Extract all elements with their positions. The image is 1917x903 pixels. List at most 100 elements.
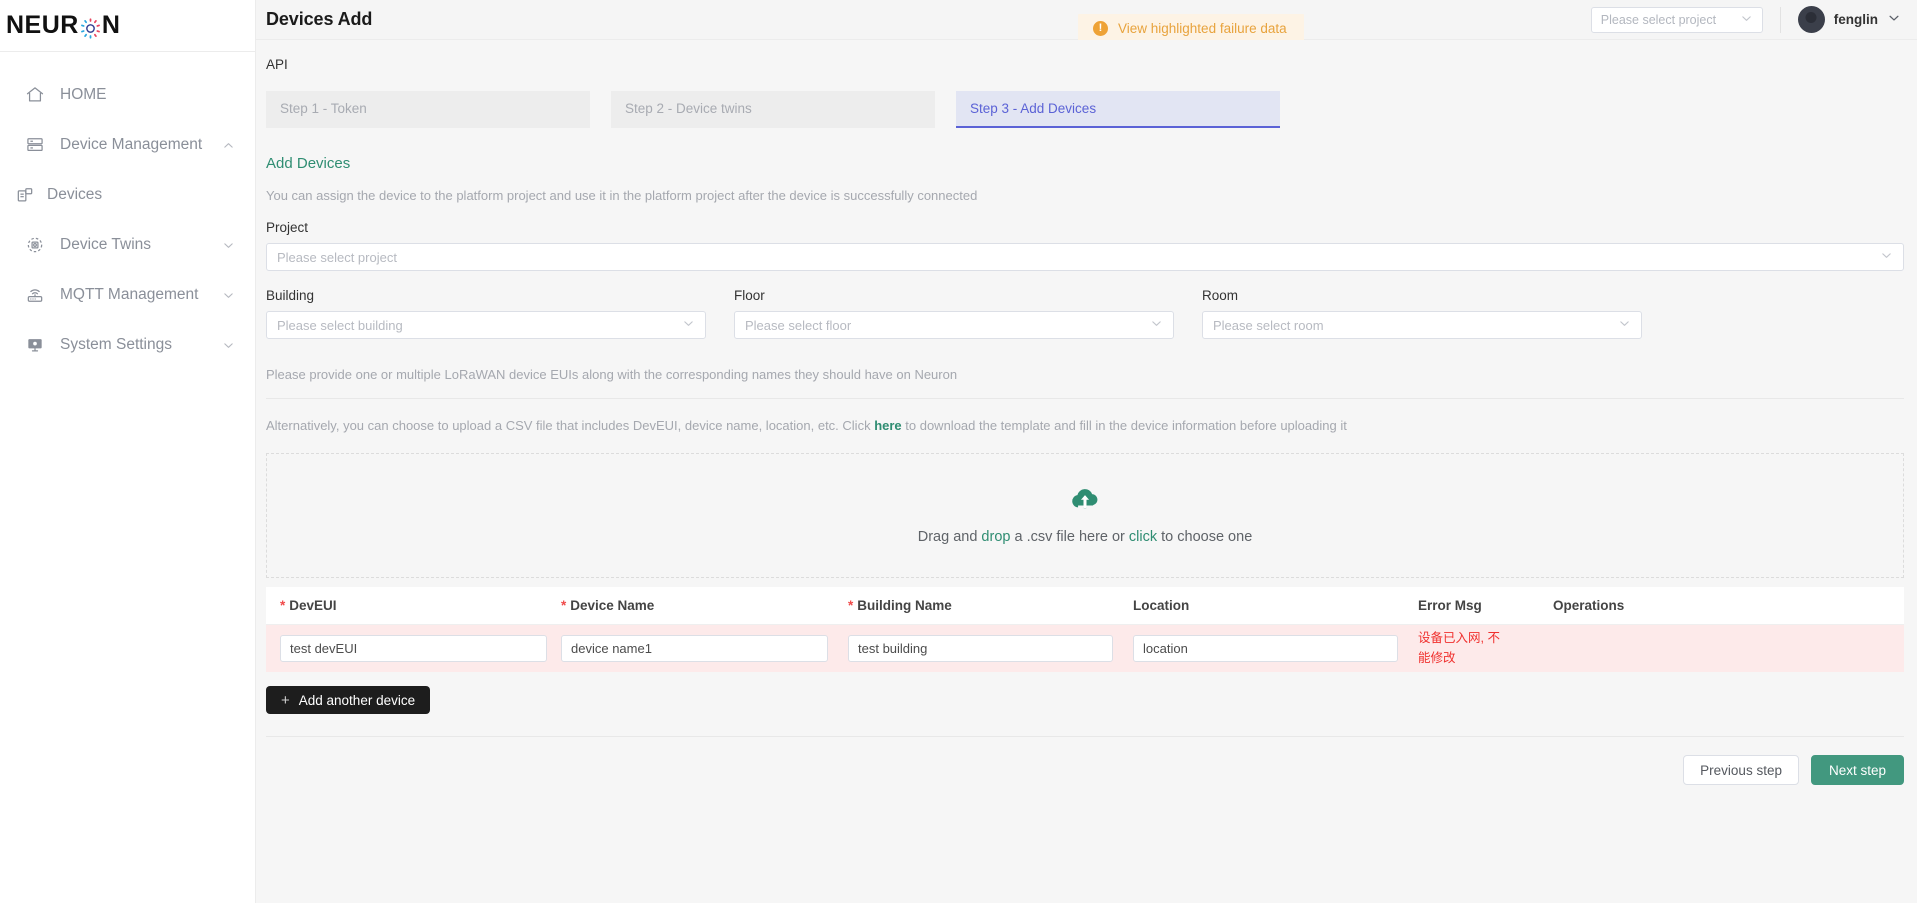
- column-header-label: Device Name: [570, 598, 655, 613]
- avatar: [1797, 6, 1825, 33]
- csv-hint-pre: Alternatively, you can choose to upload …: [266, 418, 875, 433]
- add-another-device-button[interactable]: + Add another device: [266, 686, 431, 714]
- tab-step-2-device-twins[interactable]: Step 2 - Device twins: [611, 91, 935, 128]
- sidebar-item-device-management[interactable]: Device Management: [0, 120, 255, 170]
- project-select-value: Please select project: [277, 249, 397, 265]
- csv-dropzone[interactable]: Drag and drop a .csv file here or click …: [266, 453, 1904, 578]
- logo-text-left: NEUR: [6, 11, 79, 39]
- csv-template-link[interactable]: here: [874, 418, 901, 433]
- required-asterisk: *: [280, 598, 286, 613]
- hint-divider: [266, 398, 1904, 399]
- floor-field: Floor Please select floor: [734, 271, 1174, 339]
- home-icon: [24, 84, 46, 106]
- dropzone-text: Drag and drop a .csv file here or click …: [918, 529, 1253, 545]
- project-select[interactable]: Please select project: [266, 243, 1904, 271]
- chevron-down-icon: [1740, 12, 1753, 28]
- chevron-down-icon[interactable]: [221, 338, 235, 352]
- device-name-input[interactable]: [561, 635, 828, 662]
- chevron-down-icon: [1150, 317, 1163, 333]
- deveui-input[interactable]: [280, 635, 547, 662]
- column-header-operations: Operations: [1553, 598, 1673, 613]
- column-header-label: Building Name: [857, 598, 952, 613]
- tab-step-3-add-devices[interactable]: Step 3 - Add Devices: [956, 91, 1280, 128]
- topbar: Devices Add ! View highlighted failure d…: [256, 0, 1917, 44]
- column-header-error-msg: Error Msg: [1418, 598, 1553, 613]
- monitor-icon: [24, 334, 46, 356]
- sidebar-item-label: Device Twins: [60, 236, 152, 253]
- dropzone-drop-link[interactable]: drop: [981, 529, 1010, 545]
- server-icon: [24, 134, 46, 156]
- chevron-down-icon: [682, 317, 695, 333]
- room-select-value: Please select room: [1213, 317, 1324, 333]
- sidebar-item-label: Device Management: [60, 136, 203, 153]
- devices-table: * DevEUI * Device Name * Building Name Loca…: [266, 587, 1904, 672]
- steps-tablist: Step 1 - Token Step 2 - Device twins Ste…: [266, 91, 1905, 128]
- room-select[interactable]: Please select room: [1202, 311, 1642, 339]
- table-row: 设备已入网, 不能修改: [266, 625, 1904, 672]
- location-input[interactable]: [1133, 635, 1398, 662]
- app-root: NEUR N HOME Device Management Devices De…: [0, 0, 1917, 903]
- gear-circle-icon: [80, 17, 101, 39]
- lorawan-hint: Please provide one or multiple LoRaWAN d…: [266, 367, 958, 382]
- floor-select[interactable]: Please select floor: [734, 311, 1174, 339]
- topbar-right: Please select project fenglin: [1590, 0, 1917, 40]
- chevron-down-icon: [1618, 317, 1631, 333]
- column-header-deveui: * DevEUI: [266, 598, 561, 613]
- building-select[interactable]: Please select building: [266, 311, 706, 339]
- sidebar-item-system-settings[interactable]: System Settings: [0, 320, 255, 370]
- dropzone-text-mid: a .csv file here or: [1010, 529, 1129, 545]
- user-name: fenglin: [1833, 12, 1878, 27]
- required-asterisk: *: [848, 598, 854, 613]
- column-header-location: Location: [1133, 598, 1418, 613]
- table-header-row: * DevEUI * Device Name * Building Name Loca…: [266, 587, 1904, 625]
- sidebar-item-label: System Settings: [60, 336, 172, 353]
- dropzone-text-pre: Drag and: [917, 529, 982, 545]
- project-field-label: Project: [266, 220, 309, 235]
- section-description: You can assign the device to the platfor…: [266, 188, 978, 203]
- logo-text-right: N: [101, 11, 120, 39]
- failure-data-alert-label: View highlighted failure data: [1118, 21, 1287, 36]
- sidebar-item-label: HOME: [60, 86, 107, 103]
- column-header-label: DevEUI: [289, 598, 337, 613]
- chevron-down-icon: [1887, 11, 1901, 28]
- user-menu[interactable]: fenglin: [1797, 6, 1901, 33]
- warning-exclamation-icon: !: [1093, 21, 1108, 36]
- sidebar-arrow-placeholder: [221, 88, 235, 102]
- column-header-label: Error Msg: [1418, 598, 1482, 613]
- column-header-device-name: * Device Name: [561, 598, 848, 613]
- row-error-message: 设备已入网, 不能修改: [1418, 631, 1500, 665]
- dropzone-click-link[interactable]: click: [1129, 529, 1157, 545]
- section-title: Add Devices: [266, 155, 351, 172]
- sidebar-arrow-placeholder: [221, 188, 235, 202]
- previous-step-button[interactable]: Previous step: [1683, 755, 1799, 785]
- building-field-label: Building: [266, 288, 315, 303]
- room-field-label: Room: [1202, 288, 1239, 303]
- sidebar-item-label: Devices: [47, 186, 103, 203]
- topbar-project-select-value: Please select project: [1600, 12, 1717, 27]
- csv-hint-post: to download the template and fill in the…: [901, 418, 1347, 433]
- dropzone-text-post: to choose one: [1157, 529, 1253, 545]
- tab-step-1-token[interactable]: Step 1 - Token: [266, 91, 590, 128]
- sidebar-item-label: MQTT Management: [60, 286, 199, 303]
- building-name-input[interactable]: [848, 635, 1113, 662]
- building-select-value: Please select building: [277, 317, 403, 333]
- tab-label: Step 2 - Device twins: [625, 101, 752, 116]
- sidebar-item-home[interactable]: HOME: [0, 70, 255, 120]
- chevron-down-icon[interactable]: [221, 288, 235, 302]
- brand-logo[interactable]: NEUR N: [0, 0, 255, 52]
- room-field: Room Please select room: [1202, 271, 1642, 339]
- chevron-up-icon[interactable]: [221, 138, 235, 152]
- chevron-down-icon[interactable]: [221, 238, 235, 252]
- sidebar-item-device-twins[interactable]: Device Twins: [0, 220, 255, 270]
- sidebar-item-mqtt-management[interactable]: MQTT Management: [0, 270, 255, 320]
- sidebar: NEUR N HOME Device Management Devices De…: [0, 0, 256, 903]
- footer-divider: [266, 736, 1904, 737]
- topbar-project-select[interactable]: Please select project: [1590, 6, 1763, 33]
- sidebar-nav: HOME Device Management Devices Device Tw…: [0, 52, 255, 370]
- sidebar-item-devices[interactable]: Devices: [0, 170, 255, 220]
- column-header-label: Location: [1133, 598, 1190, 613]
- column-header-label: Operations: [1553, 598, 1625, 613]
- building-field: Building Please select building: [266, 271, 706, 339]
- next-step-button[interactable]: Next step: [1810, 755, 1904, 785]
- content-area: API Step 1 - Token Step 2 - Device twins…: [256, 40, 1917, 903]
